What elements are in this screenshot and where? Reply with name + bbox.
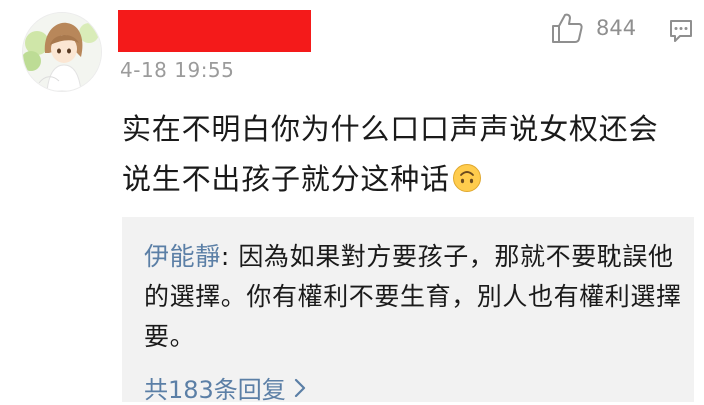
reply-author[interactable]: 伊能靜 — [144, 242, 221, 271]
reply-separator: : — [220, 242, 239, 271]
comment-timestamp: 4-18 19:55 — [120, 58, 235, 82]
thumbs-up-icon — [550, 12, 584, 44]
like-button[interactable]: 844 — [550, 12, 636, 44]
comment-body: 实在不明白你为什么口口声声说女权还会说生不出孩子就分这种话 — [122, 104, 682, 208]
like-count: 844 — [596, 16, 637, 40]
reply-preview[interactable]: 伊能靜: 因為如果對方要孩子，那就不要耽誤他的選擇。你有權利不要生育，別人也有權… — [122, 217, 694, 405]
reply-item: 伊能靜: 因為如果對方要孩子，那就不要耽誤他的選擇。你有權利不要生育，別人也有權… — [144, 237, 684, 357]
comment-text: 实在不明白你为什么口口声声说女权还会说生不出孩子就分这种话 — [122, 112, 659, 196]
chevron-right-icon — [294, 378, 306, 398]
user-avatar[interactable] — [22, 12, 102, 92]
redacted-username — [118, 10, 311, 52]
comment-bubble-icon — [668, 18, 694, 44]
more-replies-label: 共183条回复 — [144, 376, 286, 404]
upside-down-smiley-icon — [452, 158, 482, 208]
reply-button[interactable] — [668, 18, 694, 44]
view-all-replies-link[interactable]: 共183条回复 — [144, 370, 306, 405]
